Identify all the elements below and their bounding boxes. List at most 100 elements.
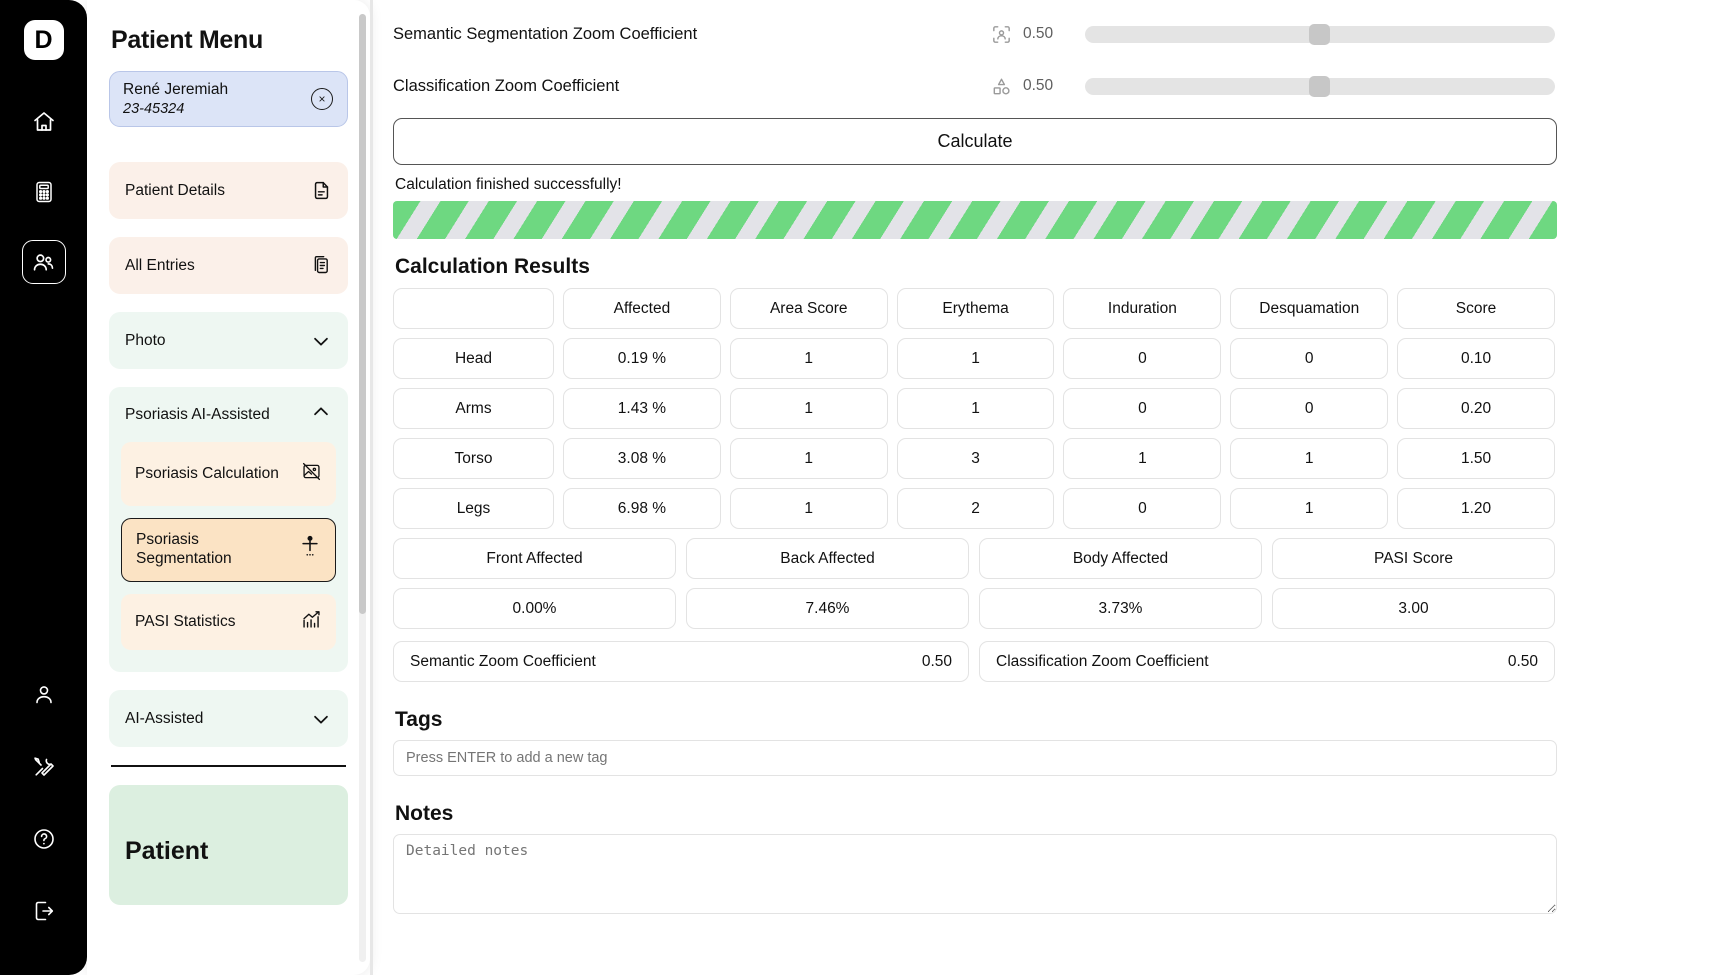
table-cell: 0.19 % — [563, 338, 721, 379]
menu-item-psoriasis-segmentation[interactable]: Psoriasis Segmentation — [121, 518, 336, 582]
table-cell: 1 — [1230, 488, 1389, 529]
menu-group-label: Photo — [125, 331, 166, 349]
calculator-icon — [32, 180, 56, 204]
rail-item-tools[interactable] — [22, 745, 66, 789]
table-header-cell: Area Score — [729, 288, 888, 329]
tags-section-title: Tags — [395, 708, 443, 731]
table-cell: 0.10 — [1397, 338, 1555, 379]
results-section-title: Calculation Results — [395, 255, 590, 278]
notes-section-title: Notes — [395, 802, 454, 825]
summary-header-cell: Front Affected — [393, 538, 676, 579]
classification-zoom-coefficient-box: Classification Zoom Coefficient 0.50 — [979, 641, 1555, 682]
summary-value-cell: 0.00% — [393, 588, 676, 629]
slider-thumb-semantic[interactable] — [1309, 23, 1330, 45]
selected-patient-card[interactable]: René Jeremiah 23-45324 × — [109, 71, 348, 127]
calculate-button[interactable]: Calculate — [393, 118, 1557, 165]
status-message: Calculation finished successfully! — [395, 176, 622, 193]
summary-value-cell: 3.73% — [979, 588, 1262, 629]
tags-input[interactable] — [393, 740, 1557, 776]
table-row: Torso 3.08 % 1 3 1 1 1.50 — [393, 438, 1555, 479]
patient-menu-panel: Patient Menu René Jeremiah 23-45324 × Pa… — [87, 0, 370, 975]
main-inner: Semantic Segmentation Zoom Coefficient 0… — [370, 0, 1557, 919]
slider-row-semantic: Semantic Segmentation Zoom Coefficient 0… — [393, 14, 1555, 54]
menu-group-psoriasis-ai: Psoriasis AI-Assisted Psoriasis Calculat… — [109, 387, 348, 672]
slider-semantic[interactable] — [1085, 23, 1555, 45]
table-cell: 1 — [729, 488, 888, 529]
help-icon — [32, 827, 56, 851]
menu-scrollbar[interactable] — [359, 14, 366, 962]
tools-icon — [32, 755, 56, 779]
logout-icon — [32, 899, 56, 923]
slider-thumb-classification[interactable] — [1309, 75, 1330, 97]
table-cell: 0 — [1230, 338, 1389, 379]
table-header-cell: Desquamation — [1230, 288, 1389, 329]
table-cell: 1 — [729, 338, 888, 379]
person-scan-icon — [979, 23, 1023, 46]
menu-group-psoriasis-ai-header[interactable]: Psoriasis AI-Assisted — [109, 387, 348, 442]
coefficient-label: Classification Zoom Coefficient — [996, 652, 1209, 670]
table-cell: 1 — [1230, 438, 1389, 479]
coefficient-value: 0.50 — [1507, 652, 1538, 670]
patient-id: 23-45324 — [123, 100, 185, 117]
table-cell: 1 — [896, 388, 1055, 429]
slider-classification[interactable] — [1085, 75, 1555, 97]
menu-group-ai-assisted[interactable]: AI-Assisted — [109, 690, 348, 747]
table-cell: Head — [393, 338, 554, 379]
clipboard-icon — [311, 255, 332, 276]
menu-scrollbar-thumb[interactable] — [359, 14, 366, 614]
summary-header-cell: PASI Score — [1272, 538, 1555, 579]
chevron-up-icon — [310, 401, 332, 428]
close-icon[interactable]: × — [311, 88, 333, 110]
home-icon — [32, 110, 56, 134]
app-logo: D — [23, 20, 64, 60]
notes-input[interactable] — [393, 834, 1557, 914]
table-cell: 0.20 — [1397, 388, 1555, 429]
rail-item-profile[interactable] — [22, 673, 66, 717]
table-cell: 2 — [896, 488, 1055, 529]
document-icon — [311, 180, 332, 201]
menu-item-all-entries[interactable]: All Entries — [109, 237, 348, 294]
table-cell: 1.20 — [1397, 488, 1555, 529]
menu-item-psoriasis-calculation[interactable]: Psoriasis Calculation — [121, 442, 336, 506]
patients-icon — [31, 250, 56, 275]
chart-up-icon — [301, 609, 322, 636]
menu-item-label: Patient Details — [125, 181, 225, 199]
slider-row-classification: Classification Zoom Coefficient 0.50 — [393, 66, 1555, 106]
summary-value-cell: 7.46% — [686, 588, 969, 629]
rail-item-help[interactable] — [22, 817, 66, 861]
patient-menu-scroll[interactable]: Patient Menu René Jeremiah 23-45324 × Pa… — [87, 0, 370, 975]
slider-value-semantic: 0.50 — [1023, 25, 1054, 42]
rail-item-logout[interactable] — [22, 889, 66, 933]
summary-header-cell: Back Affected — [686, 538, 969, 579]
table-cell: Arms — [393, 388, 554, 429]
menu-item-label: Psoriasis Segmentation — [136, 531, 232, 567]
rail-item-calculator[interactable] — [22, 170, 66, 214]
table-cell: 1 — [729, 438, 888, 479]
table-cell: 0 — [1230, 388, 1389, 429]
summary-value-cell: 3.00 — [1272, 588, 1555, 629]
rail-item-patients[interactable] — [21, 240, 66, 284]
body-figure-icon — [299, 535, 321, 565]
table-cell: 1 — [1063, 438, 1222, 479]
application-window: D Patient Menu René Jeremiah 23-45324 × … — [0, 0, 1728, 975]
slider-value-classification: 0.50 — [1023, 77, 1054, 94]
table-header-cell: Erythema — [896, 288, 1055, 329]
coefficient-row: Semantic Zoom Coefficient 0.50 Classific… — [393, 641, 1555, 682]
table-row: Legs 6.98 % 1 2 0 1 1.20 — [393, 488, 1555, 529]
rail-item-home[interactable] — [22, 100, 66, 144]
coefficient-label: Semantic Zoom Coefficient — [410, 652, 596, 670]
menu-group-photo[interactable]: Photo — [109, 312, 348, 369]
summary-header-cell: Body Affected — [979, 538, 1262, 579]
menu-item-label: PASI Statistics — [135, 612, 236, 630]
table-cell: 1.43 % — [563, 388, 721, 429]
table-cell: Torso — [393, 438, 554, 479]
user-icon — [32, 683, 56, 707]
page-title: Patient Menu — [111, 26, 263, 54]
patient-name: René Jeremiah — [123, 81, 229, 99]
menu-item-pasi-statistics[interactable]: PASI Statistics — [121, 594, 336, 650]
results-table: Affected Area Score Erythema Induration … — [393, 288, 1555, 529]
table-row: Arms 1.43 % 1 1 0 0 0.20 — [393, 388, 1555, 429]
menu-item-patient-details[interactable]: Patient Details — [109, 162, 348, 219]
menu-bottom-card[interactable]: Patient — [109, 785, 348, 905]
table-cell: 1.50 — [1397, 438, 1555, 479]
